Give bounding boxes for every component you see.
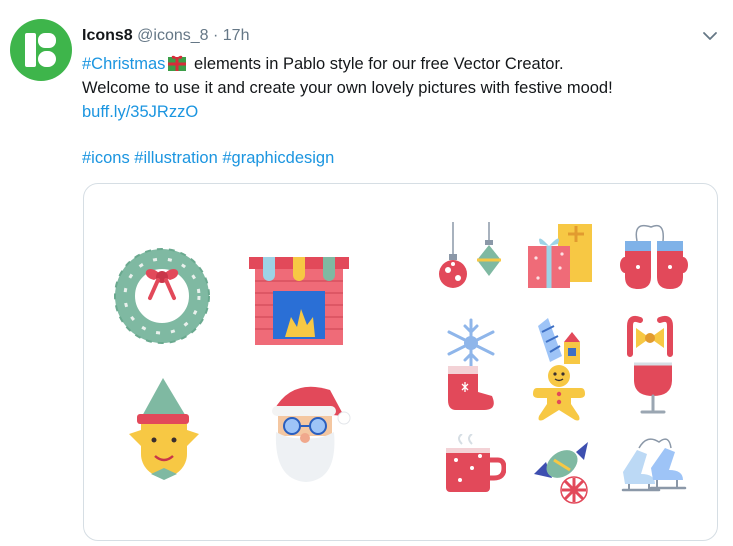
ornaments-icon <box>439 222 501 288</box>
avatar[interactable] <box>10 19 72 81</box>
author-name[interactable]: Icons8 <box>82 27 133 44</box>
wreath-icon <box>114 248 210 344</box>
fireplace-icon <box>249 257 349 345</box>
stocking-icon <box>448 366 494 410</box>
hashtag-illustration[interactable]: #illustration <box>134 149 217 167</box>
chevron-down-icon[interactable] <box>701 27 719 45</box>
elf-icon <box>129 378 199 480</box>
hashtag-christmas[interactable]: #Christmas <box>82 55 165 73</box>
hot-cocoa-icon <box>446 434 506 492</box>
ice-skates-icon <box>621 438 687 492</box>
gingerbread-man-icon <box>533 365 585 421</box>
mittens-icon <box>620 224 688 289</box>
snowflake-icon <box>447 318 495 368</box>
timestamp[interactable]: 17h <box>223 27 250 44</box>
tweet-line-2: Welcome to use it and create your own lo… <box>82 79 613 97</box>
mulled-wine-icon <box>634 362 672 414</box>
hashtag-icons[interactable]: #icons <box>82 149 130 167</box>
author-handle[interactable]: @icons_8 <box>137 27 208 44</box>
gift-icon <box>168 55 187 71</box>
icons8-logo-icon <box>25 33 56 67</box>
separator: · <box>212 27 219 44</box>
santa-icon <box>272 386 351 482</box>
tweet-line-1: #Christmas elements in Pablo style for o… <box>82 52 722 76</box>
candy-icon <box>534 442 588 504</box>
gift-box-icon <box>528 224 592 288</box>
tweet-header: Icons8 @icons_8 · 17h <box>82 26 249 46</box>
media-card[interactable] <box>83 183 718 541</box>
fireworks-icon <box>538 318 580 364</box>
candy-cane-bow-icon <box>627 315 673 357</box>
hashtag-graphicdesign[interactable]: #graphicdesign <box>222 149 334 167</box>
tweet-link[interactable]: buff.ly/35JRzzO <box>82 103 198 121</box>
tweet-text: #Christmas elements in Pablo style for o… <box>82 52 722 124</box>
hashtags: #icons #illustration #graphicdesign <box>82 146 334 170</box>
tweet-text-line-1: elements in Pablo style for our free Vec… <box>189 55 564 73</box>
